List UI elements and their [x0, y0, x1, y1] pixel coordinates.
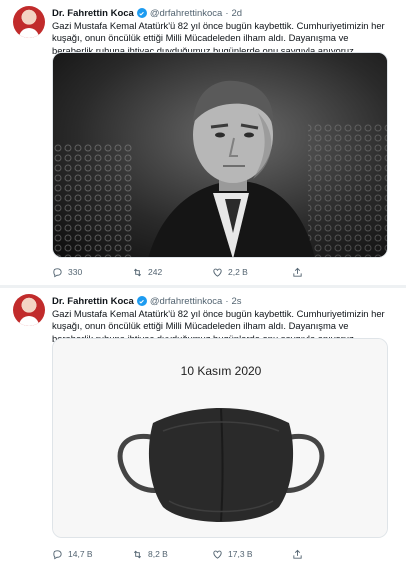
share-button[interactable]: [292, 549, 312, 560]
retweet-button[interactable]: 242: [132, 267, 212, 278]
like-count: 17,3 B: [228, 549, 253, 559]
reply-button[interactable]: 14,7 B: [52, 549, 132, 560]
reply-icon: [53, 267, 62, 277]
avatar[interactable]: [13, 6, 45, 38]
retweet-icon: [133, 268, 142, 276]
retweet-count: 242: [148, 267, 163, 277]
reply-count: 14,7 B: [68, 549, 93, 559]
image-caption: 10 Kasım 2020: [181, 364, 262, 378]
verified-icon: [136, 8, 147, 18]
tweet-header: Dr. Fahrettin Koca @drfahrettinkoca · 2d: [52, 6, 242, 20]
like-icon: [213, 268, 222, 277]
verified-icon: [136, 296, 147, 306]
tweet-image[interactable]: 10 Kasım 2020: [52, 338, 388, 538]
like-button[interactable]: 17,3 B: [212, 549, 292, 560]
reply-button[interactable]: 330: [52, 267, 132, 278]
avatar[interactable]: [13, 294, 45, 326]
share-button[interactable]: [292, 267, 312, 278]
tweet-time[interactable]: 2s: [231, 296, 241, 307]
tweet-actions: 14,7 B 8,2 B 17,3 B: [52, 547, 372, 561]
tweet-1[interactable]: Dr. Fahrettin Koca @drfahrettinkoca · 2d…: [0, 0, 406, 286]
author-name[interactable]: Dr. Fahrettin Koca: [52, 8, 134, 19]
retweet-button[interactable]: 8,2 B: [132, 549, 212, 560]
tweet-time[interactable]: 2d: [231, 8, 242, 19]
share-icon: [293, 549, 302, 559]
share-icon: [293, 267, 302, 277]
separator-dot: ·: [225, 295, 229, 307]
like-button[interactable]: 2,2 B: [212, 267, 292, 278]
retweet-count: 8,2 B: [148, 549, 168, 559]
author-name[interactable]: Dr. Fahrettin Koca: [52, 296, 134, 307]
tweet-photo[interactable]: [52, 52, 388, 258]
reply-icon: [53, 549, 62, 559]
like-count: 2,2 B: [228, 267, 248, 277]
mask-illustration: 10 Kasım 2020: [53, 339, 387, 537]
portrait-photo: [53, 53, 387, 257]
tweet-actions: 330 242 2,2 B: [52, 265, 372, 279]
author-handle[interactable]: @drfahrettinkoca: [150, 296, 222, 307]
author-handle[interactable]: @drfahrettinkoca: [150, 8, 222, 19]
tweet-header: Dr. Fahrettin Koca @drfahrettinkoca · 2s: [52, 294, 242, 308]
reply-count: 330: [68, 267, 83, 277]
like-icon: [213, 550, 222, 559]
separator-dot: ·: [225, 7, 229, 19]
retweet-icon: [133, 550, 142, 558]
